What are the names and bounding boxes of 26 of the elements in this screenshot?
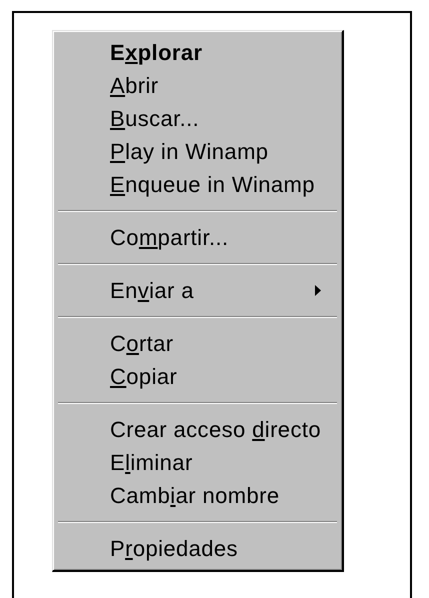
menu-item[interactable]: Cambiar nombre: [56, 479, 339, 512]
menu-item[interactable]: Enviar a: [56, 274, 339, 307]
menu-item-label: Enqueue in Winamp: [110, 172, 315, 198]
menu-item[interactable]: Explorar: [56, 36, 339, 69]
menu-item[interactable]: Eliminar: [56, 446, 339, 479]
menu-item[interactable]: Copiar: [56, 360, 339, 393]
menu-item-label: Crear acceso directo: [110, 416, 321, 442]
menu-item[interactable]: Propiedades: [56, 532, 339, 565]
menu-item-label: Eliminar: [110, 450, 193, 476]
menu-item[interactable]: Cortar: [56, 327, 339, 360]
menu-item-label: Enviar a: [110, 278, 194, 304]
menu-item-label: Abrir: [110, 72, 158, 98]
menu-item[interactable]: Crear acceso directo: [56, 413, 339, 446]
menu-item-label: Cortar: [110, 330, 174, 356]
menu-item-label: Copiar: [110, 364, 178, 390]
menu-item[interactable]: Abrir: [56, 69, 339, 102]
menu-item[interactable]: Compartir...: [56, 221, 339, 254]
menu-item-label: Compartir...: [110, 224, 229, 250]
menu-item-label: Propiedades: [110, 536, 238, 562]
menu-item[interactable]: Play in Winamp: [56, 135, 339, 168]
menu-item[interactable]: Buscar...: [56, 102, 339, 135]
menu-item-label: Buscar...: [110, 106, 200, 132]
menu-item-label: Explorar: [110, 40, 202, 66]
menu-item-label: Cambiar nombre: [110, 482, 280, 508]
menu-item-label: Play in Winamp: [110, 138, 268, 164]
menu-item[interactable]: Enqueue in Winamp: [56, 168, 339, 201]
